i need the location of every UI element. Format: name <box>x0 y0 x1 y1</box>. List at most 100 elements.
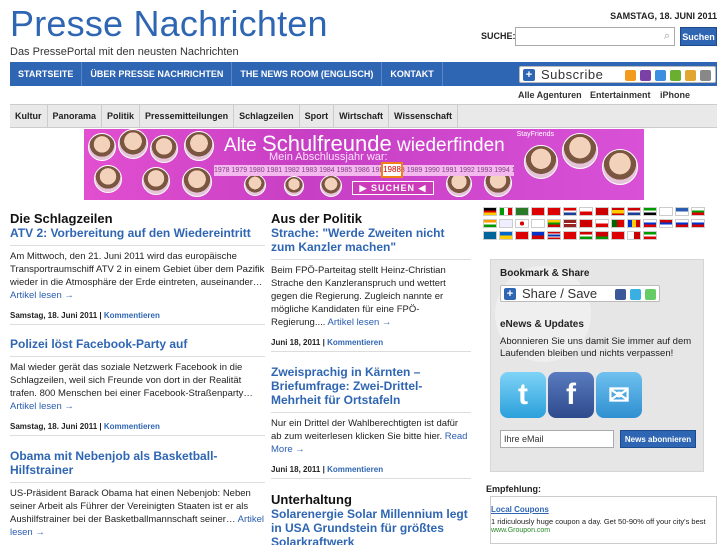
article-meta: Juni 18, 2011 | Kommentieren <box>271 338 384 347</box>
more-share-icon[interactable] <box>645 289 656 300</box>
newsgator-icon[interactable] <box>685 70 696 81</box>
category-wissenschaft[interactable]: Wissenschaft <box>389 105 458 127</box>
flag-rs-icon[interactable] <box>659 219 673 228</box>
flag-tr-icon[interactable] <box>563 231 577 240</box>
flag-cn-icon[interactable] <box>531 207 545 216</box>
flag-by-icon[interactable] <box>595 231 609 240</box>
headline-kaernten[interactable]: Zweisprachig in Kärnten – Briefumfrage: … <box>271 365 471 407</box>
flag-vn-icon[interactable] <box>515 231 529 240</box>
flag-ro-icon[interactable] <box>627 219 641 228</box>
flag-lv-icon[interactable] <box>563 219 577 228</box>
headline-atv2[interactable]: ATV 2: Vorbereitung auf den Wiedereintri… <box>10 226 265 240</box>
flag-th-icon[interactable] <box>547 231 561 240</box>
banner-selected-year[interactable]: 1988 <box>381 162 403 178</box>
agency-link-iphone[interactable]: iPhone <box>660 90 690 100</box>
flag-hr-icon[interactable] <box>563 207 577 216</box>
banner-face <box>284 176 304 196</box>
share-save-button[interactable]: + Share / Save <box>500 285 660 302</box>
email-icon[interactable]: ✉ <box>596 372 642 418</box>
category-politik[interactable]: Politik <box>102 105 141 127</box>
coupon-url[interactable]: www.Groupon.com <box>491 527 550 534</box>
flag-se-icon[interactable] <box>483 231 497 240</box>
comment-link[interactable]: Kommentieren <box>104 422 160 431</box>
flag-tw-icon[interactable] <box>547 207 561 216</box>
comment-link[interactable]: Kommentieren <box>104 311 160 320</box>
flag-mk-icon[interactable] <box>611 231 625 240</box>
flag-il-icon[interactable] <box>499 219 513 228</box>
flag-ru-icon[interactable] <box>643 219 657 228</box>
facebook-small-icon[interactable] <box>615 289 626 300</box>
flag-jp-icon[interactable] <box>515 219 529 228</box>
coupon-link[interactable]: Local Coupons <box>491 505 549 514</box>
flag-no-icon[interactable] <box>579 219 593 228</box>
flag-mt-icon[interactable] <box>627 231 641 240</box>
flag-cz-icon[interactable] <box>579 207 593 216</box>
search-input[interactable]: ⌕ <box>515 27 675 46</box>
banner-search-button[interactable]: ▶ SUCHEN ◀ <box>352 181 434 195</box>
read-more-link[interactable]: Artikel lesen → <box>10 401 74 412</box>
rss-icon[interactable] <box>625 70 636 81</box>
flag-es-icon[interactable] <box>611 207 625 216</box>
comment-link[interactable]: Kommentieren <box>327 338 383 347</box>
plus-icon: + <box>523 69 535 81</box>
flag-dk-icon[interactable] <box>595 207 609 216</box>
flag-si-icon[interactable] <box>691 219 705 228</box>
flag-ae-icon[interactable] <box>643 207 657 216</box>
category-schlagzeilen[interactable]: Schlagzeilen <box>234 105 300 127</box>
ad-banner[interactable]: Alte Schulfreunde wiederfinden StayFrien… <box>84 129 644 200</box>
flag-pl-icon[interactable] <box>595 219 609 228</box>
share-label: Share / Save <box>522 286 598 301</box>
google-icon[interactable] <box>655 70 666 81</box>
site-title[interactable]: Presse Nachrichten <box>10 3 328 45</box>
read-more-link[interactable]: Artikel lesen → <box>10 290 74 301</box>
flag-bg-icon[interactable] <box>691 207 705 216</box>
flag-ar-icon[interactable] <box>515 207 529 216</box>
read-more-link[interactable]: Artikel lesen → <box>328 317 392 328</box>
more-icon[interactable] <box>700 70 711 81</box>
flag-hu-icon[interactable] <box>579 231 593 240</box>
email-input[interactable]: Ihre eMail <box>500 430 614 448</box>
flag-pt-icon[interactable] <box>611 219 625 228</box>
nav-item-newsroom[interactable]: THE NEWS ROOM (ENGLISCH) <box>232 62 383 86</box>
category-pressemitteilungen[interactable]: Pressemitteilungen <box>140 105 235 127</box>
banner-subtitle: Mein Abschlussjahr war: <box>269 151 388 163</box>
nav-item-startseite[interactable]: STARTSEITE <box>10 62 83 86</box>
headline-obama[interactable]: Obama mit Nebenjob als Basketball-Hilfst… <box>10 449 265 477</box>
flag-ua-icon[interactable] <box>499 231 513 240</box>
nav-item-ueber[interactable]: ÜBER PRESSE NACHRICHTEN <box>82 62 233 86</box>
twitter-icon[interactable]: t <box>500 372 546 418</box>
category-wirtschaft[interactable]: Wirtschaft <box>334 105 390 127</box>
language-flags <box>483 207 717 243</box>
facebook-icon[interactable]: f <box>548 372 594 418</box>
flag-ir-icon[interactable] <box>643 231 657 240</box>
news-subscribe-button[interactable]: News abonnieren <box>620 430 696 448</box>
flag-de-icon[interactable] <box>483 207 497 216</box>
article-meta: Samstag, 18. Juni 2011 | Kommentieren <box>10 422 160 431</box>
twitter-small-icon[interactable] <box>630 289 641 300</box>
agency-link-entertainment[interactable]: Entertainment <box>590 90 651 100</box>
flag-kr-icon[interactable] <box>531 219 545 228</box>
flag-nl-icon[interactable] <box>627 207 641 216</box>
category-panorama[interactable]: Panorama <box>48 105 103 127</box>
headline-facebook-party[interactable]: Polizei löst Facebook-Party auf <box>10 337 265 351</box>
flag-it-icon[interactable] <box>499 207 513 216</box>
headline-solar[interactable]: Solarenergie Solar Millennium legt in US… <box>271 507 471 545</box>
netvibes-icon[interactable] <box>670 70 681 81</box>
flag-lt-icon[interactable] <box>547 219 561 228</box>
agency-link-all[interactable]: Alle Agenturen <box>518 90 582 100</box>
comment-link[interactable]: Kommentieren <box>327 465 383 474</box>
enews-text: Abonnieren Sie uns damit Sie immer auf d… <box>500 336 692 359</box>
flag-sk-icon[interactable] <box>675 219 689 228</box>
flag-in-icon[interactable] <box>483 219 497 228</box>
nav-item-kontakt[interactable]: KONTAKT <box>382 62 443 86</box>
flag-fi-icon[interactable] <box>659 207 673 216</box>
category-kultur[interactable]: Kultur <box>10 105 48 127</box>
flag-ph-icon[interactable] <box>531 231 545 240</box>
search-button[interactable]: Suchen <box>680 27 717 46</box>
myyahoo-icon[interactable] <box>640 70 651 81</box>
headline-strache[interactable]: Strache: "Werde Zweiten nicht zum Kanzle… <box>271 226 471 254</box>
category-sport[interactable]: Sport <box>300 105 335 127</box>
flag-gr-icon[interactable] <box>675 207 689 216</box>
subscribe-button[interactable]: + Subscribe <box>519 66 716 83</box>
coupon-ad[interactable]: Local Coupons 1 ridiculously huge coupon… <box>490 496 717 544</box>
